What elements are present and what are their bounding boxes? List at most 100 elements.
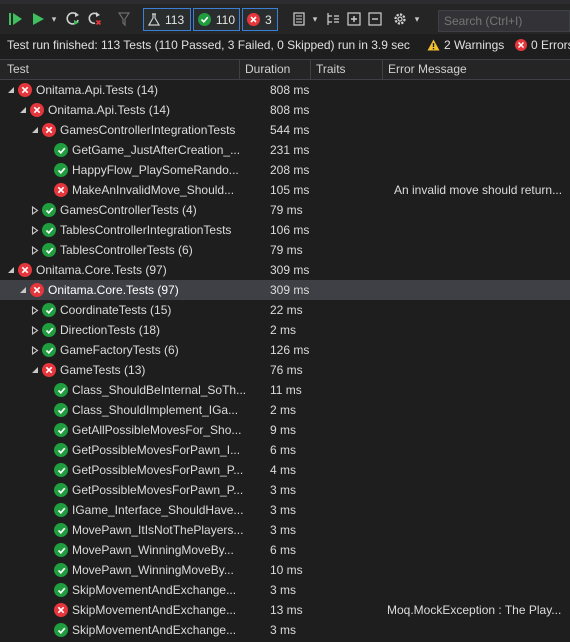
expand-arrow-icon[interactable] [30,300,40,320]
expand-arrow-icon[interactable] [30,320,40,340]
group-by-dropdown[interactable]: ▾ [309,8,321,30]
test-group-row[interactable]: GameFactoryTests (6) 126 ms [0,340,570,360]
test-name: SkipMovementAndExchange... [72,583,237,597]
flask-icon [148,12,160,26]
errors-link[interactable]: 0 Errors [515,38,570,52]
expand-arrow-icon[interactable] [30,220,40,240]
test-row[interactable]: GetAllPossibleMovesFor_Sho... 9 ms [0,420,570,440]
test-row[interactable]: SkipMovementAndExchange... 3 ms [0,620,570,640]
filter-button[interactable] [115,8,133,30]
settings-dropdown[interactable]: ▾ [411,8,423,30]
test-duration: 3 ms [270,503,297,517]
hierarchy-button[interactable] [325,8,341,30]
run-all-icon [9,13,22,25]
test-name: SkipMovementAndExchange... [72,603,237,617]
total-tests-filter[interactable]: 113 [143,8,191,31]
passed-icon [54,623,68,637]
test-duration: 2 ms [270,403,297,417]
expand-arrow-icon[interactable] [30,240,40,260]
passed-icon [54,503,68,517]
test-duration: 11 ms [270,383,302,397]
test-group-row[interactable]: CoordinateTests (15) 22 ms [0,300,570,320]
test-duration: 2 ms [270,323,297,337]
passed-tests-filter[interactable]: 110 [193,8,240,31]
passed-icon [42,323,56,337]
passed-icon [42,243,56,257]
test-name: TablesControllerTests (6) [60,243,193,257]
test-name: SkipMovementAndExchange... [72,623,237,637]
passed-icon [54,163,68,177]
test-row[interactable]: SkipMovementAndExchange... 3 ms [0,580,570,600]
test-group-row[interactable]: GamesControllerIntegrationTests 544 ms [0,120,570,140]
cancel-button[interactable] [86,8,104,30]
test-group-row[interactable]: DirectionTests (18) 2 ms [0,320,570,340]
repeat-last-run-button[interactable] [64,8,82,30]
search-input[interactable] [438,10,570,32]
test-group-row[interactable]: Onitama.Core.Tests (97) 309 ms [0,260,570,280]
test-name: MakeAnInvalidMove_Should... [72,183,235,197]
test-row[interactable]: IGame_Interface_ShouldHave... 3 ms [0,500,570,520]
column-error-message[interactable]: Error Message [382,60,570,79]
test-name: GetPossibleMovesForPawn_P... [72,463,244,477]
failed-icon [30,103,44,117]
passed-icon [42,343,56,357]
test-name: Onitama.Api.Tests (14) [36,83,159,97]
test-group-row[interactable]: GamesControllerTests (4) 79 ms [0,200,570,220]
test-explorer-toolbar: ▾ 113 110 3 ▾ ▾ [0,4,570,34]
test-row[interactable]: GetGame_JustAfterCreation_... 231 ms [0,140,570,160]
status-bar: Test run finished: 113 Tests (110 Passed… [0,34,570,56]
collapse-arrow-icon[interactable] [30,120,40,140]
run-button[interactable] [29,8,47,30]
column-duration[interactable]: Duration [239,60,310,79]
passed-icon [42,303,56,317]
test-group-row[interactable]: Onitama.Api.Tests (14) 808 ms [0,100,570,120]
test-row[interactable]: MovePawn_ItIsNotThePlayers... 3 ms [0,520,570,540]
passed-icon [54,403,68,417]
test-name: Class_ShouldBeInternal_SoTh... [72,383,247,397]
test-duration: 309 ms [270,263,310,277]
test-group-row[interactable]: Onitama.Core.Tests (97) 309 ms [0,280,570,300]
test-name: GetGame_JustAfterCreation_... [72,143,241,157]
test-row[interactable]: GetPossibleMovesForPawn_P... 3 ms [0,480,570,500]
column-test[interactable]: Test [2,60,240,79]
collapse-arrow-icon[interactable] [30,360,40,380]
test-group-row[interactable]: TablesControllerIntegrationTests 106 ms [0,220,570,240]
test-group-row[interactable]: GameTests (13) 76 ms [0,360,570,380]
collapse-arrow-icon[interactable] [6,260,16,280]
test-row[interactable]: Class_ShouldImplement_IGa... 2 ms [0,400,570,420]
gear-icon [394,13,406,25]
test-name: MovePawn_WinningMoveBy... [72,563,234,577]
test-row[interactable]: MovePawn_WinningMoveBy... 10 ms [0,560,570,580]
run-dropdown-button[interactable]: ▾ [48,8,60,30]
test-name: GamesControllerIntegrationTests [60,123,236,137]
group-by-button[interactable] [291,8,307,30]
test-row[interactable]: Class_ShouldBeInternal_SoTh... 11 ms [0,380,570,400]
test-duration: 6 ms [270,443,297,457]
column-traits[interactable]: Traits [310,60,382,79]
test-row[interactable]: SkipMovementAndExchange... 13 ms Moq.MockE… [0,600,570,620]
filter-icon [117,12,131,27]
test-row[interactable]: GetPossibleMovesForPawn_I... 6 ms [0,440,570,460]
test-name: IGame_Interface_ShouldHave... [72,503,244,517]
test-name: GameTests (13) [60,363,146,377]
expand-arrow-icon[interactable] [30,200,40,220]
test-row[interactable]: MakeAnInvalidMove_Should... 105 ms An inva… [0,180,570,200]
settings-button[interactable] [391,8,409,30]
test-row[interactable]: GetPossibleMovesForPawn_P... 4 ms [0,460,570,480]
collapse-arrow-icon[interactable] [6,80,16,100]
collapse-all-button[interactable] [367,8,383,30]
test-row[interactable]: MovePawn_WinningMoveBy... 6 ms [0,540,570,560]
warnings-link[interactable]: 2 Warnings [427,38,504,52]
expand-all-button[interactable] [346,8,362,30]
expand-arrow-icon[interactable] [30,340,40,360]
collapse-arrow-icon[interactable] [18,100,28,120]
test-row[interactable]: HappyFlow_PlaySomeRando... 208 ms [0,160,570,180]
test-group-row[interactable]: Onitama.Api.Tests (14) 808 ms [0,80,570,100]
collapse-arrow-icon[interactable] [18,280,28,300]
test-group-row[interactable]: TablesControllerTests (6) 79 ms [0,240,570,260]
errors-count: 0 Errors [531,38,570,52]
failed-tests-filter[interactable]: 3 [242,8,278,31]
test-name: GetAllPossibleMovesFor_Sho... [72,423,242,437]
run-all-button[interactable] [6,8,26,30]
test-duration: 79 ms [270,243,303,257]
